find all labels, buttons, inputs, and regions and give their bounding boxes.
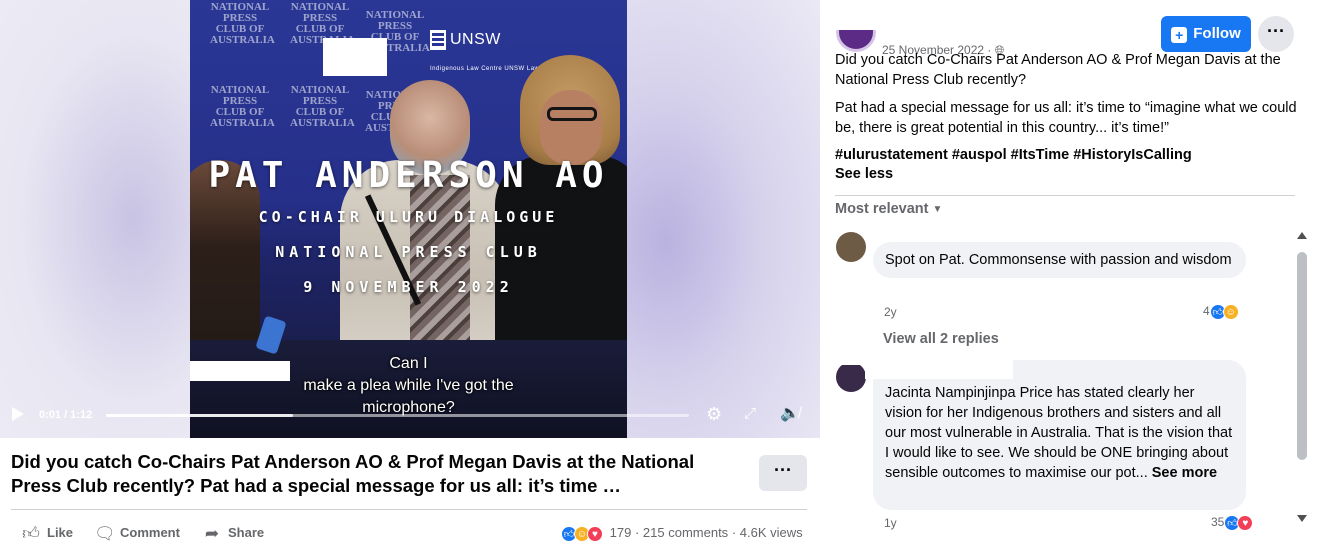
chevron-down-icon: ▼ <box>932 204 943 215</box>
backdrop-text: NATIONAL PRESS CLUB OF AUSTRALIA <box>210 84 275 129</box>
mute-icon[interactable]: 🔈̸ <box>780 404 800 424</box>
haha-reaction-icon: ☺ <box>1222 303 1239 320</box>
comment-bubble: Jacinta Nampinjinpa Price has stated cle… <box>873 360 1246 510</box>
overlay-role: CO-CHAIR ULURU DIALOGUE <box>258 208 559 226</box>
share-button[interactable]: ➦ Share <box>202 523 264 544</box>
play-icon[interactable] <box>12 407 24 421</box>
scroll-up-arrow-icon[interactable] <box>1297 232 1307 239</box>
hashtags[interactable]: #ulurustatement #auspol #ItsTime #Histor… <box>835 145 1300 165</box>
scrollbar[interactable] <box>1296 230 1308 526</box>
post-body-2: Pat had a special message for us all: it… <box>835 100 1297 136</box>
follow-plus-icon: + <box>1171 27 1188 43</box>
post-stats: 👍︎ ☺ ♥ 179 · 215 comments · 4.6K views <box>561 523 803 543</box>
overlay-name: PAT ANDERSON AO <box>208 155 609 196</box>
subtitle-line: make a plea while I've got the <box>303 377 514 394</box>
overlay-venue: NATIONAL PRESS CLUB <box>275 243 542 261</box>
comment-sort-dropdown[interactable]: Most relevant ▼ <box>835 201 942 217</box>
commenter-avatar[interactable] <box>836 232 866 262</box>
page-avatar[interactable] <box>836 30 876 52</box>
see-more-link[interactable]: See more <box>1152 465 1217 481</box>
scroll-thumb[interactable] <box>1297 252 1307 460</box>
comment-reactions[interactable]: 4 👍︎ ☺ <box>1203 303 1239 320</box>
unsw-logo: UNSW Indigenous Law Centre UNSW Law <box>430 30 540 72</box>
video-blur-right <box>627 0 820 438</box>
backdrop-text: NATIONAL PRESS CLUB OF AUSTRALIA <box>210 1 275 46</box>
follow-button[interactable]: + Follow <box>1161 16 1251 52</box>
subtitle-line: Can I <box>389 355 428 372</box>
video-player[interactable]: NATIONAL PRESS CLUB OF AUSTRALIA NATIONA… <box>0 0 820 438</box>
comment-button[interactable]: 🗨︎ Comment <box>94 523 180 544</box>
video-scrubber[interactable] <box>106 414 689 417</box>
redaction-box <box>865 228 960 242</box>
divider <box>11 509 807 510</box>
unsw-shield-icon <box>430 30 446 50</box>
thumbs-up-icon: 👍︎ <box>22 523 40 543</box>
share-icon: ➦ <box>204 523 220 543</box>
options-button[interactable]: ··· <box>1258 16 1294 52</box>
post-more-button[interactable]: ··· <box>759 455 807 491</box>
comment-reactions[interactable]: 35 👍︎ ♥ <box>1211 514 1254 531</box>
video-blur-left <box>0 0 190 438</box>
redaction-box <box>865 357 1013 379</box>
love-reaction-icon: ♥ <box>587 525 603 542</box>
overlay-date: 9 NOVEMBER 2022 <box>303 278 514 296</box>
redaction-box <box>323 38 387 76</box>
like-button[interactable]: 👍︎ Like <box>21 523 73 544</box>
see-less-link[interactable]: See less <box>835 164 1300 184</box>
scroll-down-arrow-icon[interactable] <box>1297 515 1307 522</box>
comment-count[interactable]: 215 comments <box>643 525 728 540</box>
post-viewer: NATIONAL PRESS CLUB OF AUSTRALIA NATIONA… <box>0 0 820 552</box>
fullscreen-icon[interactable]: ⤢ <box>744 404 756 424</box>
progress-bar <box>106 414 115 417</box>
settings-icon[interactable]: ⚙ <box>706 404 722 424</box>
view-count: 4.6K views <box>739 525 803 540</box>
commenter-avatar[interactable] <box>836 362 866 392</box>
reaction-count[interactable]: 179 <box>610 525 632 540</box>
comment-age[interactable]: 1y <box>884 516 897 530</box>
love-reaction-icon: ♥ <box>1237 514 1254 531</box>
comment-icon: 🗨︎ <box>94 523 116 543</box>
buffer-bar <box>106 414 293 417</box>
comment-age[interactable]: 2y <box>884 305 897 319</box>
post-description: Did you catch Co-Chairs Pat Anderson AO … <box>11 451 695 496</box>
video-controls: 0:01 / 1:12 ⚙ ⤢ 🔈̸ <box>0 398 820 438</box>
redaction-box <box>820 357 880 365</box>
divider <box>835 195 1295 196</box>
comment-text: Spot on Pat. Commonsense with passion an… <box>885 252 1232 268</box>
view-replies-link[interactable]: View all 2 replies <box>883 331 999 347</box>
post-body-1: Did you catch Co-Chairs Pat Anderson AO … <box>835 52 1281 88</box>
redaction-box <box>820 228 870 232</box>
video-time: 0:01 / 1:12 <box>39 409 93 421</box>
comment-bubble: Spot on Pat. Commonsense with passion an… <box>873 242 1246 278</box>
comments-panel: 25 November 2022 · 🌐︎ + Follow ··· Did yo… <box>820 0 1320 552</box>
